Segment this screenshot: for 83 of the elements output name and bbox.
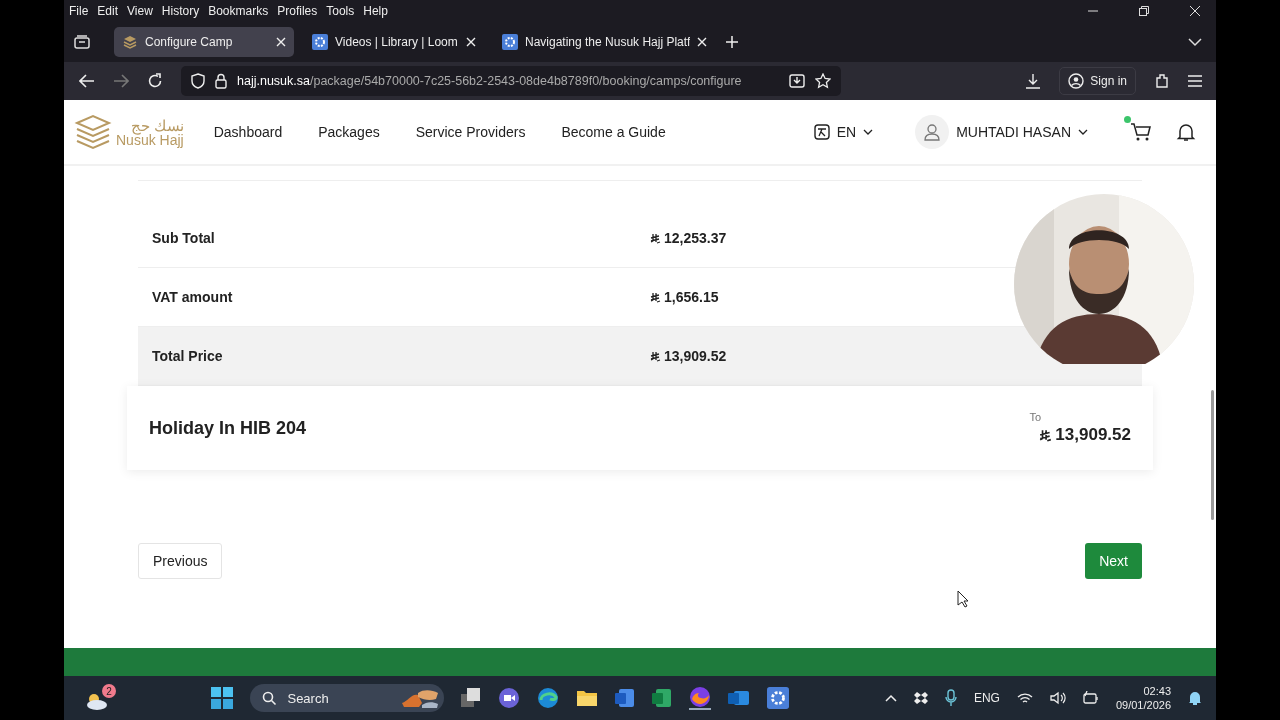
row-label: Sub Total <box>152 230 216 246</box>
row-label: VAT amount <box>152 289 234 305</box>
bell-icon[interactable] <box>1188 690 1202 706</box>
nav-link[interactable]: Service Providers <box>415 124 526 140</box>
sign-in-button[interactable]: Sign in <box>1059 67 1136 95</box>
chevron-down-icon[interactable] <box>1188 37 1202 47</box>
mail-app-icon[interactable] <box>728 688 751 708</box>
next-button[interactable]: Next <box>1085 543 1142 579</box>
menu-item[interactable]: History <box>161 4 200 18</box>
download-icon[interactable] <box>789 73 805 89</box>
wifi-icon[interactable] <box>1016 691 1033 705</box>
back-icon[interactable] <box>79 74 95 88</box>
notification-badge: 2 <box>102 684 116 698</box>
reload-icon[interactable] <box>147 73 163 89</box>
folder-icon[interactable] <box>576 688 599 708</box>
row-value: 13,909.52 <box>664 348 727 364</box>
close-icon[interactable] <box>697 37 708 47</box>
close-icon[interactable] <box>466 37 476 47</box>
chevron-up-icon[interactable] <box>884 694 897 702</box>
url-text: hajj.nusuk.sa/package/54b70000-7c25-56b2-2543-08de4b8789f0/booking/camps/configure <box>237 74 742 88</box>
document-app-icon[interactable] <box>615 688 636 708</box>
task-view-icon[interactable] <box>461 688 482 708</box>
menu-icon[interactable] <box>1188 75 1202 87</box>
browser-icon[interactable] <box>537 687 560 709</box>
tab-list-icon[interactable] <box>74 35 90 49</box>
lock-icon <box>215 73 227 89</box>
total-amount: 13,909.52 <box>1055 425 1131 445</box>
chevron-down-icon <box>1078 128 1088 136</box>
language-selector[interactable]: EN <box>807 123 880 141</box>
nav-link[interactable]: Become a Guide <box>561 124 666 140</box>
riyal-icon <box>1039 428 1053 442</box>
star-icon[interactable] <box>815 73 831 89</box>
battery-icon[interactable] <box>1082 691 1099 705</box>
avatar-icon <box>915 115 950 149</box>
menu-item[interactable]: Tools <box>326 4 355 18</box>
riyal-icon <box>650 291 661 303</box>
new-tab-icon[interactable] <box>725 35 740 49</box>
menu-item[interactable]: File <box>69 4 89 18</box>
browser-icon[interactable] <box>689 686 712 710</box>
speaker-icon[interactable] <box>1049 691 1066 705</box>
camp-name: Holiday In HIB 204 <box>149 417 307 439</box>
menu-item[interactable]: Help <box>363 4 388 18</box>
browser-tab[interactable]: Videos | Library | Loom <box>304 27 484 57</box>
close-icon[interactable] <box>1189 5 1201 17</box>
shield-icon <box>191 73 205 89</box>
menu-item[interactable]: Profiles <box>277 4 318 18</box>
input-language[interactable]: ENG <box>973 691 1000 705</box>
user-menu[interactable]: MUHTADI HASAN <box>909 114 1094 150</box>
row-value: 1,656.15 <box>664 289 719 305</box>
stack-icon <box>122 34 138 50</box>
browser-tab[interactable]: Configure Camp <box>114 27 294 57</box>
scrollbar[interactable] <box>1211 390 1214 520</box>
search-field[interactable]: Search <box>250 684 445 712</box>
video-call-icon[interactable] <box>498 687 521 709</box>
chevron-down-icon <box>863 128 874 136</box>
riyal-icon <box>650 350 661 362</box>
address-bar[interactable]: hajj.nusuk.sa/package/54b70000-7c25-56b2-2543-08de4b8789f0/booking/camps/configure <box>181 66 841 96</box>
restore-icon[interactable] <box>1138 5 1150 17</box>
nav-link[interactable]: Dashboard <box>213 124 283 140</box>
bell-icon[interactable] <box>1176 122 1196 142</box>
menu-item[interactable]: View <box>127 4 153 18</box>
menu-item[interactable]: Bookmarks <box>208 4 269 18</box>
cart-icon[interactable] <box>1130 122 1152 142</box>
nav-link[interactable]: Packages <box>318 124 380 140</box>
start-icon[interactable] <box>211 687 234 709</box>
account-icon <box>1068 73 1085 89</box>
previous-button[interactable]: Previous <box>138 543 223 579</box>
row-value: 12,253.37 <box>664 230 727 246</box>
close-icon[interactable] <box>276 37 286 47</box>
cursor-icon <box>957 590 969 608</box>
row-label: Total Price <box>152 348 224 364</box>
menu-item[interactable]: Edit <box>97 4 119 18</box>
translate-icon <box>813 124 830 140</box>
download-icon[interactable] <box>1025 73 1042 89</box>
riyal-icon <box>650 232 661 244</box>
clock[interactable]: 02:43 09/01/2026 <box>1115 683 1171 713</box>
browser-tab[interactable]: Navigating the Nusuk Hajj Platf <box>494 27 716 57</box>
search-icon <box>262 690 278 706</box>
forward-icon[interactable] <box>113 74 129 88</box>
extensions-icon[interactable] <box>1154 73 1170 89</box>
spreadsheet-app-icon[interactable] <box>652 688 673 708</box>
microphone-icon[interactable] <box>944 689 957 707</box>
total-label: To <box>1029 411 1041 423</box>
